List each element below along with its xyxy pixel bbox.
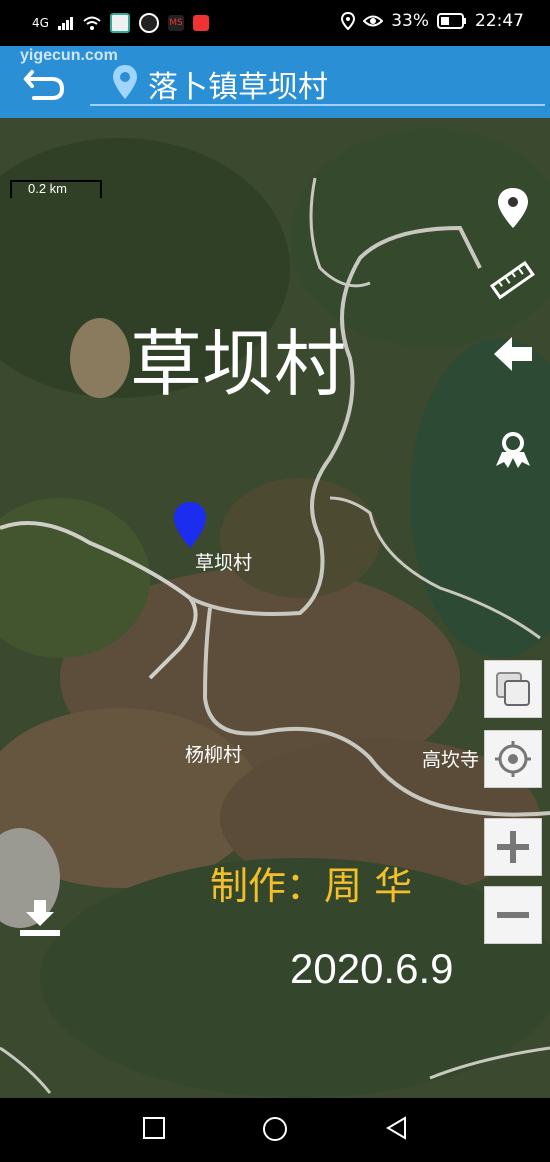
wifi-icon bbox=[83, 16, 101, 30]
search-underline bbox=[90, 104, 545, 106]
back-arrow-icon[interactable] bbox=[22, 64, 66, 102]
zoom-out-button[interactable] bbox=[484, 886, 542, 944]
locate-button[interactable] bbox=[484, 730, 542, 788]
marker-label: 草坝村 bbox=[195, 552, 253, 574]
zoom-out-icon bbox=[497, 912, 529, 918]
layers-button[interactable] bbox=[484, 660, 542, 718]
scale-label: 0.2 km bbox=[28, 181, 68, 196]
place-pin-tool-icon[interactable] bbox=[490, 184, 536, 230]
network-label: 4G bbox=[32, 16, 49, 30]
ruler-icon[interactable] bbox=[490, 258, 536, 304]
zoom-in-button[interactable] bbox=[484, 818, 542, 876]
map-imagery bbox=[0, 118, 550, 1098]
app-icon-shop bbox=[192, 15, 209, 31]
recent-apps-icon[interactable] bbox=[142, 1116, 166, 1140]
place-pin-icon[interactable] bbox=[172, 500, 208, 550]
location-status-icon bbox=[341, 12, 356, 30]
scale-bar: 0.2 km bbox=[10, 180, 102, 198]
location-title[interactable]: 落卜镇草坝村 bbox=[148, 62, 328, 106]
satellite-map[interactable]: 0.2 km 草坝村 草坝村 杨柳村 高坎寺 制作：周 华 2020.6.9 bbox=[0, 118, 550, 1098]
status-bar: 4G MS 33% 22:47 bbox=[0, 0, 550, 46]
zoom-in-icon bbox=[497, 831, 529, 863]
author-credit: 制作：周 华 bbox=[210, 864, 413, 908]
route-icon[interactable] bbox=[490, 428, 536, 474]
layers-icon bbox=[496, 672, 530, 706]
signal-icon bbox=[57, 17, 73, 30]
app-icon-ms: MS bbox=[167, 15, 184, 31]
system-nav-bar bbox=[0, 1098, 550, 1162]
app-icon-link bbox=[138, 13, 159, 33]
village-label-gaokan: 高坎寺 bbox=[422, 749, 480, 771]
app-icon-browser bbox=[109, 13, 130, 33]
home-icon[interactable] bbox=[262, 1116, 288, 1142]
download-icon[interactable] bbox=[18, 898, 62, 938]
map-date: 2020.6.9 bbox=[290, 945, 454, 992]
status-left: 4G MS bbox=[32, 13, 209, 33]
eye-icon bbox=[363, 15, 384, 27]
status-right: 33% 22:47 bbox=[341, 11, 524, 31]
battery-icon bbox=[437, 13, 466, 29]
battery-percent: 33% bbox=[391, 11, 429, 31]
locate-icon bbox=[495, 741, 531, 777]
location-pin-icon bbox=[113, 65, 137, 99]
arrow-left-icon[interactable] bbox=[490, 331, 536, 377]
watermark: yigecun.com bbox=[20, 47, 118, 64]
clock: 22:47 bbox=[475, 11, 524, 31]
back-nav-icon[interactable] bbox=[385, 1116, 409, 1140]
village-label-yangliu: 杨柳村 bbox=[185, 744, 243, 766]
village-big-label: 草坝村 bbox=[130, 322, 347, 406]
